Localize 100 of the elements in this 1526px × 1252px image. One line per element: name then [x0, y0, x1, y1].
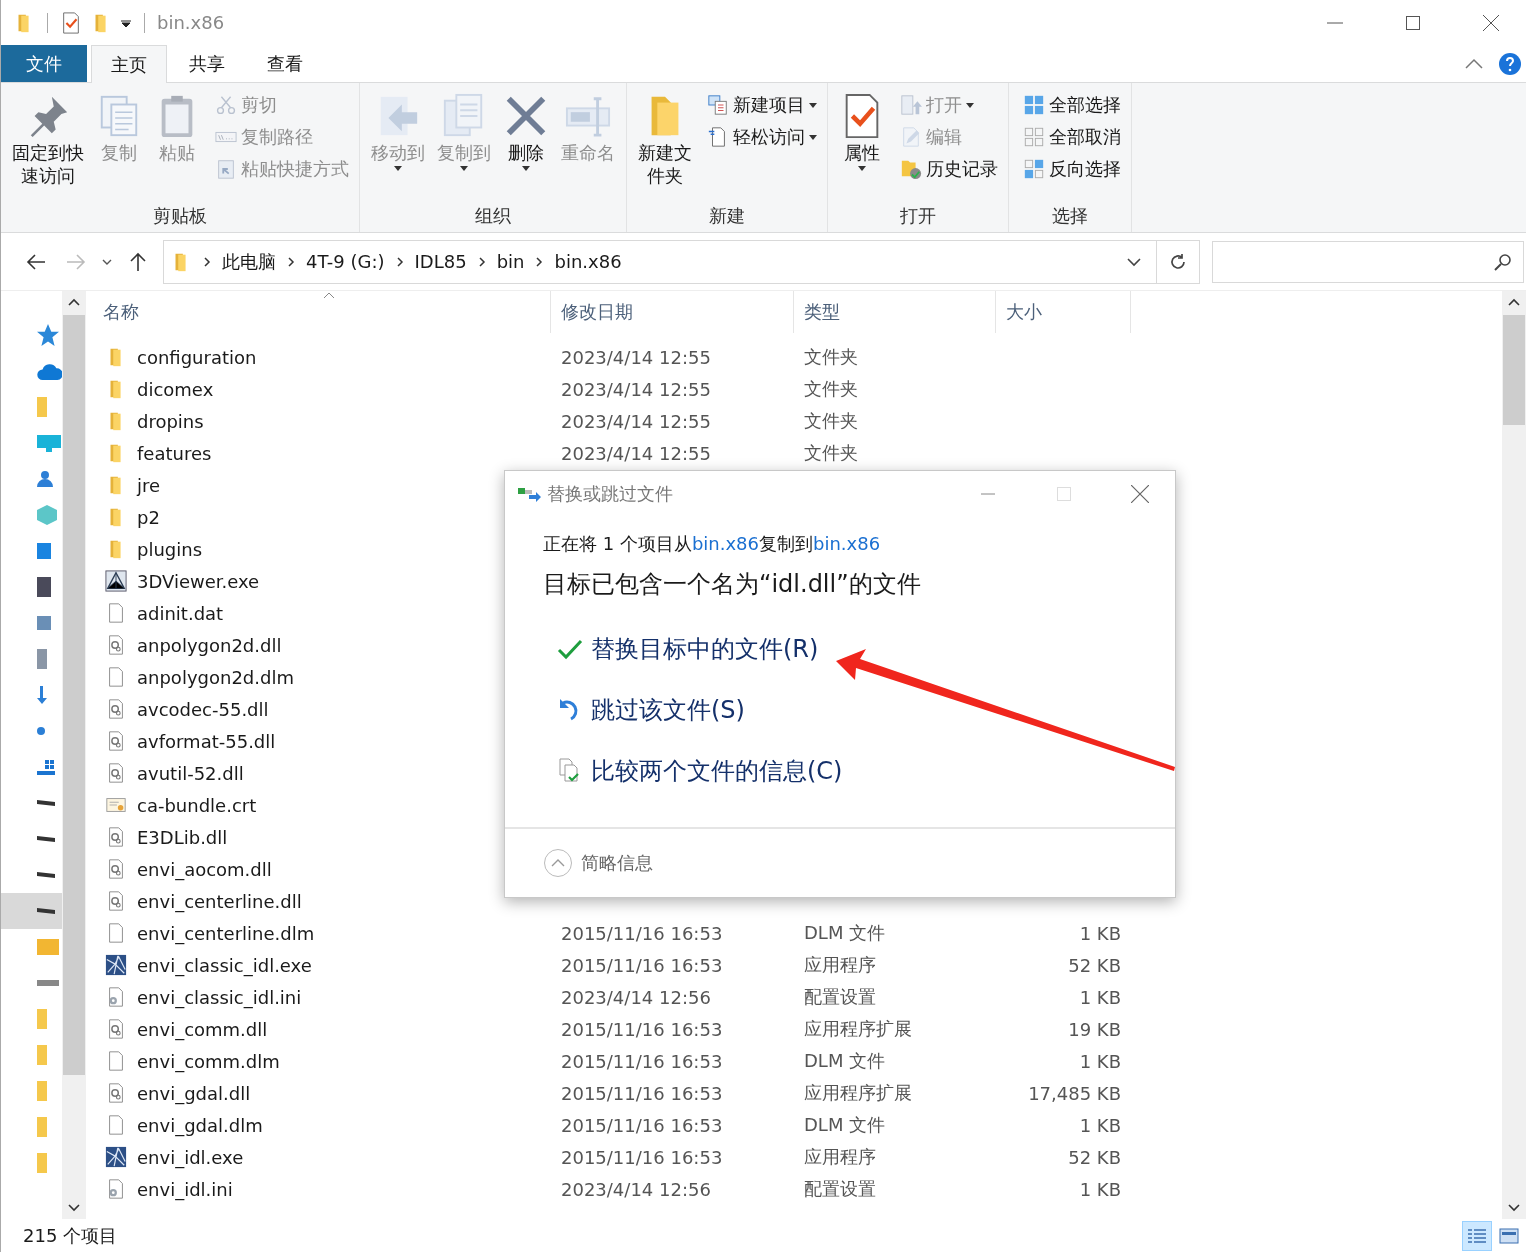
- type-cell: 应用程序扩展: [804, 1017, 912, 1041]
- file-name[interactable]: avformat-55.dll: [137, 730, 276, 752]
- file-name[interactable]: plugins: [137, 538, 203, 560]
- date-cell: 2015/11/16 16:53: [561, 1114, 723, 1136]
- file-name[interactable]: configuration: [137, 346, 257, 368]
- size-cell: 1 KB: [1079, 1050, 1121, 1072]
- chevron-icon[interactable]: [476, 255, 487, 268]
- date-cell: 2015/11/16 16:53: [561, 1082, 723, 1104]
- scroll-up-icon[interactable]: [1507, 297, 1521, 307]
- file-name[interactable]: envi_gdal.dlm: [137, 1114, 263, 1136]
- scroll-thumb[interactable]: [1503, 315, 1525, 425]
- date-cell: 2023/4/14 12:55: [561, 346, 711, 368]
- dialog-option[interactable]: 替换目标中的文件(R): [557, 628, 819, 670]
- ribbon-button[interactable]: 新建项目: [705, 89, 819, 121]
- file-name[interactable]: features: [137, 442, 212, 464]
- file-name[interactable]: 3DViewer.exe: [137, 570, 260, 592]
- date-cell: 2023/4/14 12:56: [561, 1178, 711, 1200]
- details-toggle[interactable]: 简略信息: [543, 848, 653, 878]
- chevron-icon[interactable]: [286, 255, 296, 268]
- file-name[interactable]: envi_classic_idl.exe: [137, 954, 312, 976]
- file-name[interactable]: envi_comm.dll: [137, 1018, 268, 1040]
- breadcrumb[interactable]: 此电脑: [222, 249, 276, 274]
- scrollbar[interactable]: [1502, 291, 1526, 1219]
- size-cell: 1 KB: [1079, 922, 1121, 944]
- date-cell: 2023/4/14 12:55: [561, 442, 711, 464]
- type-cell: 文件夹: [804, 441, 858, 465]
- breadcrumb[interactable]: bin: [496, 251, 525, 272]
- navigation-item[interactable]: [1, 893, 62, 929]
- scroll-down-icon[interactable]: [67, 1203, 81, 1213]
- file-name[interactable]: envi_centerline.dll: [137, 890, 302, 912]
- size-cell: 52 KB: [1068, 1146, 1121, 1168]
- file-name[interactable]: envi_aocom.dll: [137, 858, 272, 880]
- ribbon-button[interactable]: 全部选择: [1021, 89, 1123, 121]
- chevron-icon[interactable]: [202, 255, 212, 268]
- help-icon[interactable]: [1498, 51, 1522, 76]
- file-name[interactable]: adinit.dat: [137, 602, 224, 624]
- file-name[interactable]: envi_centerline.dlm: [137, 922, 315, 944]
- breadcrumb[interactable]: bin.x86: [554, 251, 622, 272]
- scrollbar[interactable]: [62, 291, 86, 1219]
- file-name[interactable]: envi_classic_idl.ini: [137, 986, 302, 1008]
- dialog-option[interactable]: 跳过该文件(S): [557, 689, 745, 731]
- details-view-button[interactable]: [1462, 1221, 1492, 1251]
- file-name[interactable]: dropins: [137, 410, 204, 432]
- ribbon-button[interactable]: 历史记录: [898, 153, 1000, 185]
- type-cell: DLM 文件: [804, 921, 886, 945]
- date-cell: 2015/11/16 16:53: [561, 1146, 723, 1168]
- file-name[interactable]: envi_comm.dlm: [137, 1050, 280, 1072]
- file-name[interactable]: p2: [137, 506, 160, 528]
- file-name[interactable]: avutil-52.dll: [137, 762, 244, 784]
- dropdown-icon[interactable]: [1126, 256, 1142, 267]
- file-name[interactable]: anpolygon2d.dll: [137, 634, 282, 656]
- minimize-icon: [981, 492, 995, 495]
- shortcut-icon: [215, 158, 237, 180]
- column-header[interactable]: 名称: [101, 291, 551, 333]
- file-name[interactable]: envi_idl.exe: [137, 1146, 244, 1168]
- dialog-option[interactable]: 比较两个文件的信息(C): [557, 750, 843, 792]
- column-header[interactable]: 大小: [996, 291, 1131, 333]
- file-name[interactable]: anpolygon2d.dlm: [137, 666, 294, 688]
- ribbon-button[interactable]: 新建文件夹: [635, 89, 695, 192]
- file-name[interactable]: envi_idl.ini: [137, 1178, 233, 1200]
- ribbon-button[interactable]: 全部取消: [1021, 121, 1123, 153]
- type-cell: 文件夹: [804, 377, 858, 401]
- breadcrumb[interactable]: IDL85: [414, 251, 467, 272]
- folder-icon: [37, 1081, 47, 1101]
- file-name[interactable]: avcodec-55.dll: [137, 698, 269, 720]
- chevron-icon[interactable]: [394, 255, 405, 268]
- dropdown-icon[interactable]: [120, 17, 132, 28]
- checked-page-icon: [60, 11, 82, 34]
- history-icon: [900, 158, 922, 180]
- ribbon-button[interactable]: 删除: [500, 89, 552, 176]
- scroll-down-icon[interactable]: [1507, 1203, 1521, 1213]
- file-name[interactable]: envi_gdal.dll: [137, 1082, 251, 1104]
- date-cell: 2023/4/14 12:55: [561, 410, 711, 432]
- collapse-icon[interactable]: [1464, 56, 1484, 71]
- file-name[interactable]: jre: [137, 474, 161, 496]
- ribbon-tab[interactable]: 共享: [169, 45, 245, 82]
- search-field[interactable]: [1212, 240, 1524, 283]
- refresh-button[interactable]: [1156, 239, 1200, 284]
- scroll-thumb[interactable]: [63, 315, 85, 1075]
- file-name[interactable]: E3DLib.dll: [137, 826, 228, 848]
- file-name[interactable]: dicomex: [137, 378, 214, 400]
- breadcrumb[interactable]: 4T-9 (G:): [306, 251, 385, 272]
- ribbon-button[interactable]: 固定到快速访问: [9, 89, 87, 192]
- address-bar[interactable]: 此电脑 4T-9 (G:) IDL85 bin bin.x86: [163, 239, 1157, 284]
- column-header[interactable]: 修改日期: [551, 291, 794, 333]
- ribbon-button[interactable]: 属性: [836, 89, 888, 176]
- file-name[interactable]: ca-bundle.crt: [137, 794, 257, 816]
- ribbon-button[interactable]: 反向选择: [1021, 153, 1123, 185]
- chevron-icon[interactable]: [534, 255, 545, 268]
- folder-link[interactable]: bin.x86: [691, 533, 760, 554]
- folder-link[interactable]: bin.x86: [813, 533, 881, 554]
- ribbon-tab[interactable]: 查看: [247, 45, 323, 82]
- folder-icon: [37, 1117, 47, 1137]
- ribbon-tab[interactable]: 主页: [91, 45, 167, 83]
- ribbon-button[interactable]: 轻松访问: [705, 121, 819, 153]
- minimize-icon: [1327, 21, 1343, 24]
- scroll-up-icon[interactable]: [67, 297, 81, 307]
- type-cell: 配置设置: [804, 1177, 876, 1201]
- column-header[interactable]: 类型: [794, 291, 996, 333]
- ribbon-tab[interactable]: 文件: [1, 45, 87, 82]
